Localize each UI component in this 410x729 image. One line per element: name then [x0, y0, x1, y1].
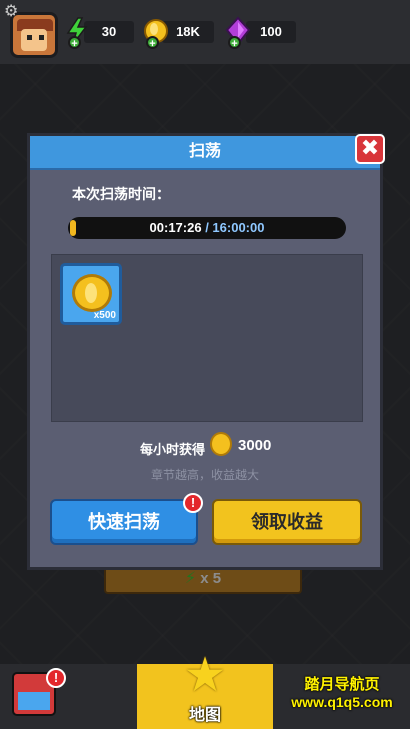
hourly-income-value: 3000 — [238, 437, 272, 454]
reward-item-count: x500 — [93, 310, 116, 321]
nav-map[interactable]: ★ 地图 — [137, 652, 273, 729]
avatar-eye — [39, 35, 44, 40]
nav-shop[interactable]: ! — [0, 664, 68, 729]
add-energy-button[interactable]: + — [68, 36, 81, 50]
claim-rewards-button[interactable]: 领取收益 — [212, 499, 362, 545]
sweep-dialog: 扫荡 ✖ 本次扫荡时间： 00:17:26 / 16:00:00 x500 每小… — [27, 133, 385, 570]
nav-map-label: 地图 — [188, 707, 221, 724]
gem-counter: 100 — [246, 21, 296, 43]
sweep-time-total: 16:00:00 — [212, 220, 265, 235]
reward-list: x500 — [51, 254, 363, 422]
star-icon: ★ — [183, 649, 227, 702]
chapter-hint-text: 章节越高，收益越大 — [150, 468, 259, 482]
hourly-income-label: 每小时获得 — [140, 442, 206, 457]
fast-sweep-button[interactable]: 快速扫荡 — [50, 499, 198, 545]
top-resource-bar: ⚙ 30 + 18K + 100 + — [0, 0, 410, 64]
settings-gear-icon[interactable]: ⚙ — [4, 4, 18, 20]
add-gold-button[interactable]: + — [146, 36, 159, 50]
gold-counter: 18K — [162, 21, 214, 43]
add-gems-button[interactable]: + — [228, 36, 241, 50]
energy-counter: 30 — [84, 21, 134, 43]
sweep-progress-bar: 00:17:26 / 16:00:00 — [68, 217, 346, 239]
reward-item-gold[interactable]: x500 — [60, 263, 122, 325]
dialog-header: 扫荡 — [30, 136, 380, 170]
gold-coin-icon — [72, 274, 112, 312]
shop-alert-badge: ! — [46, 668, 66, 688]
nav-equipment[interactable] — [68, 664, 188, 729]
close-button[interactable]: ✖ — [355, 134, 385, 164]
fast-sweep-alert-badge: ! — [183, 493, 203, 513]
watermark: 踏月导航页 www.q1q5.com — [277, 673, 407, 710]
watermark-line1: 踏月导航页 — [304, 676, 380, 693]
sweep-time-label: 本次扫荡时间： — [72, 186, 170, 202]
gold-coin-icon — [210, 432, 232, 456]
sweep-progress-text: 00:17:26 / 16:00:00 — [68, 217, 346, 239]
sweep-time-current: 00:17:26 — [149, 220, 202, 235]
sweep-time-separator: / — [201, 220, 213, 235]
watermark-line2: www.q1q5.com — [291, 694, 393, 710]
dialog-title: 扫荡 — [188, 143, 221, 160]
avatar-eye — [27, 35, 32, 40]
avatar-face — [21, 29, 47, 51]
